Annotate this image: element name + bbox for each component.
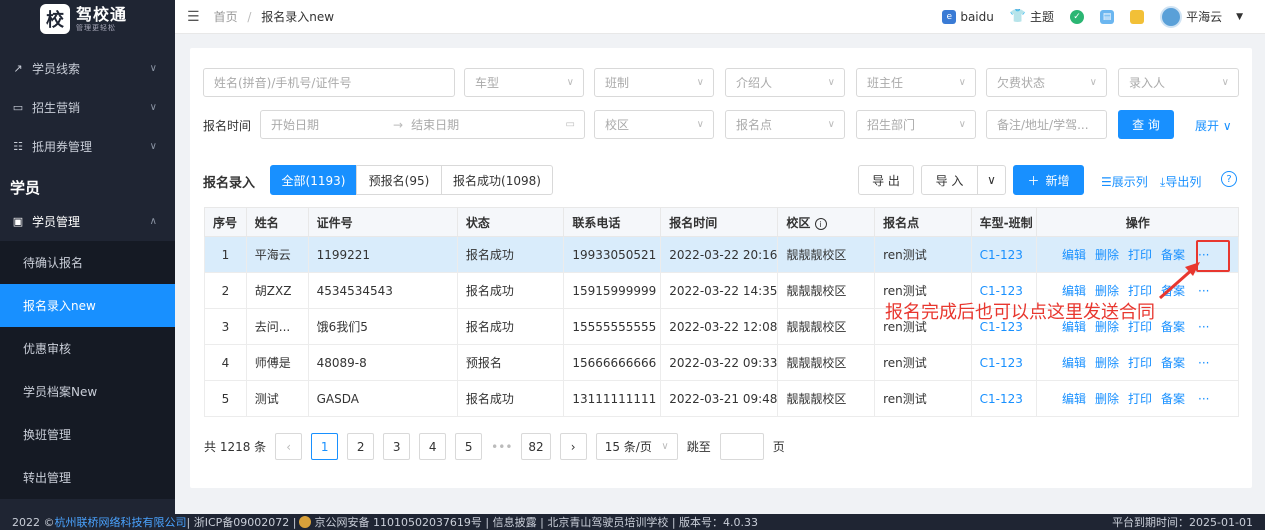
page-size-select[interactable]: 15 条/页 ∨	[595, 433, 678, 460]
app-logo[interactable]: 校 驾校通 管理更轻松	[0, 0, 175, 38]
sidebar-item-discount-review[interactable]: 优惠审核	[0, 327, 175, 370]
baidu-icon: e	[942, 9, 957, 24]
icp-number[interactable]: | 浙ICP备09002072 |	[187, 514, 297, 530]
page-2[interactable]: 2	[347, 433, 375, 460]
prev-page-button[interactable]: ‹	[275, 433, 303, 460]
app-name: 驾校通	[76, 4, 128, 24]
total-count: 共 1218 条	[204, 440, 267, 454]
sidebar-group-student-management[interactable]: ▣ 学员管理 ∧	[0, 202, 175, 241]
baidu-link[interactable]: e baidu	[942, 9, 994, 24]
page-size-value: 15 条/页	[604, 440, 652, 454]
page-suffix: 页	[772, 440, 785, 454]
next-page-button[interactable]: ›	[559, 433, 587, 460]
breadcrumb: 首页 / 报名录入new	[214, 8, 335, 25]
node-icon: ↗	[13, 62, 23, 75]
page-5[interactable]: 5	[455, 433, 483, 460]
page-3[interactable]: 3	[383, 433, 411, 460]
chevron-down-icon: ∨	[149, 102, 157, 113]
pagination: 共 1218 条 ‹ 1 2 3 4 5 ••• 82 › 15 条/页 ∨ 跳至…	[204, 433, 785, 460]
sidebar-item-label: 学员线索	[32, 62, 81, 76]
expiry-date: 平台到期时间：2025-01-01	[1112, 516, 1253, 529]
caret-down-icon: ▼	[1236, 11, 1243, 22]
sidebar-item-class-change[interactable]: 换班管理	[0, 413, 175, 456]
sidebar-section-title: 学员	[10, 179, 41, 197]
sidebar-item-label: 抵用券管理	[32, 140, 93, 154]
baidu-label: baidu	[960, 9, 994, 24]
chevron-up-icon: ∧	[149, 216, 157, 227]
shirt-icon: 👕	[1009, 9, 1027, 24]
user-name: 平海云	[1186, 10, 1223, 24]
page-last[interactable]: 82	[521, 433, 551, 460]
copyright: 2022 ©	[12, 515, 55, 529]
breadcrumb-current: 报名录入new	[261, 10, 335, 24]
theme-button[interactable]: 👕 主题	[1010, 8, 1054, 25]
student-icon: ▣	[12, 215, 24, 228]
main-panel: 姓名(拼音)/手机号/证件号 车型 ∨ 班制 ∨ 介绍人 ∨ 班主任 ∨ 欠费状态 ∨ 录…	[190, 48, 1252, 488]
police-badge-icon	[299, 516, 312, 528]
sidebar-item-student-archive[interactable]: 学员档案New	[0, 370, 175, 413]
page-1[interactable]: 1	[311, 433, 339, 460]
police-record: 京公网安备 11010502037619号 | 信息披露 | 北京青山驾驶员培训…	[314, 516, 759, 529]
coupon-icon: ☷	[13, 140, 23, 153]
footer: 2022 © 杭州联桥网络科技有限公司 | 浙ICP备09002072 | 京公…	[0, 514, 1265, 530]
notes-icon[interactable]	[1130, 9, 1145, 24]
sidebar-item-pending[interactable]: 待确认报名	[0, 241, 175, 284]
page-4[interactable]: 4	[419, 433, 447, 460]
sidebar-item-enrollment-new[interactable]: 报名录入new	[0, 284, 175, 327]
breadcrumb-separator: /	[247, 10, 252, 24]
chevron-down-icon: ∨	[149, 141, 157, 152]
avatar	[1160, 5, 1183, 28]
breadcrumb-home[interactable]: 首页	[214, 10, 238, 24]
sidebar-item-transfer-out[interactable]: 转出管理	[0, 456, 175, 499]
sidebar-item-label: 学员管理	[32, 215, 81, 229]
sidebar: 校 驾校通 管理更轻松 ↗ 学员线索 ∨ ▭ 招生营销 ∨ ☷ 抵用券管理 ∨ …	[0, 0, 175, 514]
annotation-arrow	[1159, 262, 1200, 300]
chevron-down-icon: ∨	[149, 63, 157, 74]
sidebar-item-leads[interactable]: ↗ 学员线索 ∨	[0, 49, 175, 88]
app-slogan: 管理更轻松	[76, 23, 116, 32]
sidebar-item-coupons[interactable]: ☷ 抵用券管理 ∨	[0, 127, 175, 166]
theme-label: 主题	[1030, 10, 1055, 24]
jump-input[interactable]	[719, 433, 764, 460]
top-bar: ☰ 首页 / 报名录入new e baidu 👕 主题 ✓ ▤ 平海云 ▼	[175, 0, 1265, 34]
chart-icon[interactable]: ▤	[1100, 9, 1115, 24]
chevron-down-icon: ∨	[661, 441, 669, 452]
sidebar-item-label: 招生营销	[32, 101, 81, 115]
flag-icon: ▭	[12, 101, 24, 114]
menu-fold-icon[interactable]: ☰	[187, 9, 200, 25]
sidebar-item-marketing[interactable]: ▭ 招生营销 ∨	[0, 88, 175, 127]
company-link[interactable]: 杭州联桥网络科技有限公司	[55, 514, 187, 530]
shield-icon[interactable]: ✓	[1070, 9, 1085, 24]
page-ellipsis[interactable]: •••	[491, 440, 512, 454]
jump-label: 跳至	[686, 440, 711, 454]
user-menu[interactable]: 平海云 ▼	[1160, 5, 1243, 28]
logo-icon: 校	[40, 4, 70, 34]
